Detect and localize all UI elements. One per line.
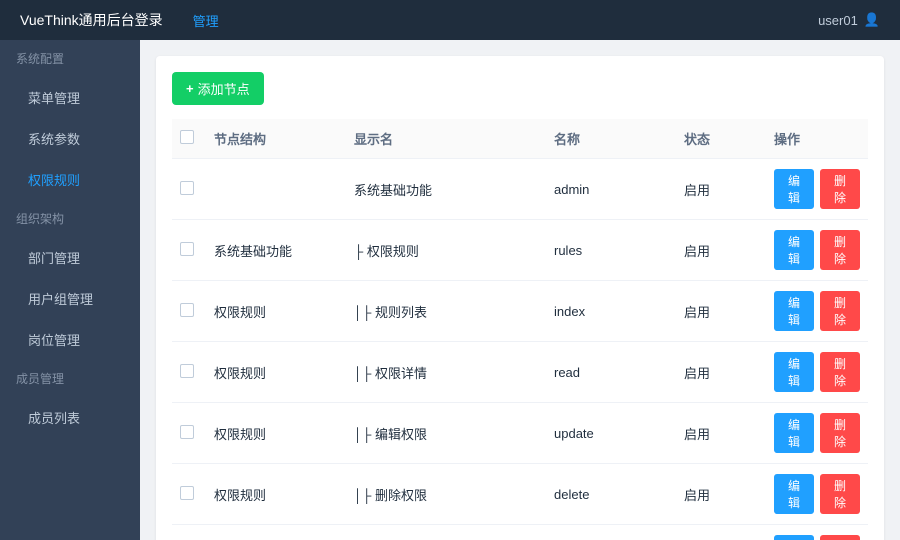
cell-status: 启用 bbox=[676, 281, 766, 342]
delete-button[interactable]: 删除 bbox=[820, 291, 860, 331]
delete-button[interactable]: 删除 bbox=[820, 474, 860, 514]
table-row: 权限规则│├ 规则列表index启用编辑删除 bbox=[172, 281, 868, 342]
user-menu[interactable]: user01 👤 bbox=[818, 12, 880, 28]
edit-button[interactable]: 编辑 bbox=[774, 474, 814, 514]
table-row: 权限规则│├ 删除权限delete启用编辑删除 bbox=[172, 464, 868, 525]
delete-button[interactable]: 删除 bbox=[820, 169, 860, 209]
cell-struct: 权限规则 bbox=[206, 464, 346, 525]
cell-name: save bbox=[546, 525, 676, 540]
row-checkbox[interactable] bbox=[180, 303, 194, 317]
topnav-admin[interactable]: 管理 bbox=[193, 11, 219, 30]
card: + 添加节点 节点结构 显示名 名称 状态 操作 系统基础功能admin启用编辑… bbox=[156, 56, 884, 540]
th-name: 名称 bbox=[546, 119, 676, 159]
cell-status: 启用 bbox=[676, 159, 766, 220]
cell-status: 启用 bbox=[676, 464, 766, 525]
cell-struct bbox=[206, 159, 346, 220]
edit-button[interactable]: 编辑 bbox=[774, 413, 814, 453]
cell-name: delete bbox=[546, 464, 676, 525]
cell-status: 启用 bbox=[676, 342, 766, 403]
username: user01 bbox=[818, 13, 858, 28]
add-node-label: 添加节点 bbox=[198, 79, 250, 98]
cell-struct: 权限规则 bbox=[206, 525, 346, 540]
cell-name: index bbox=[546, 281, 676, 342]
add-node-button[interactable]: + 添加节点 bbox=[172, 72, 264, 105]
edit-button[interactable]: 编辑 bbox=[774, 535, 814, 540]
th-op: 操作 bbox=[766, 119, 868, 159]
cell-struct: 权限规则 bbox=[206, 403, 346, 464]
cell-display: │├ 添加权限 bbox=[346, 525, 546, 540]
table-row: 权限规则│├ 添加权限save启用编辑 删除 bbox=[172, 525, 868, 540]
table-row: 权限规则│├ 编辑权限update启用编辑删除 bbox=[172, 403, 868, 464]
cell-name: update bbox=[546, 403, 676, 464]
cell-struct: 权限规则 bbox=[206, 281, 346, 342]
sidebar-group: 组织架构 bbox=[0, 200, 140, 237]
cell-struct: 权限规则 bbox=[206, 342, 346, 403]
delete-button[interactable]: 删除 bbox=[820, 230, 860, 270]
plus-icon: + bbox=[186, 81, 194, 96]
sidebar-item[interactable]: 系统参数 bbox=[0, 118, 140, 159]
table-row: 权限规则│├ 权限详情read启用编辑删除 bbox=[172, 342, 868, 403]
user-icon: 👤 bbox=[864, 12, 880, 28]
delete-button[interactable]: 删除 bbox=[820, 352, 860, 392]
cell-display: │├ 规则列表 bbox=[346, 281, 546, 342]
row-checkbox[interactable] bbox=[180, 364, 194, 378]
row-checkbox[interactable] bbox=[180, 242, 194, 256]
row-checkbox[interactable] bbox=[180, 486, 194, 500]
sidebar-group: 成员管理 bbox=[0, 360, 140, 397]
cell-display: 系统基础功能 bbox=[346, 159, 546, 220]
cell-name: read bbox=[546, 342, 676, 403]
delete-button[interactable]: 删除 bbox=[820, 413, 860, 453]
cell-display: │├ 权限详情 bbox=[346, 342, 546, 403]
cell-status: 启用 bbox=[676, 525, 766, 540]
main-content: + 添加节点 节点结构 显示名 名称 状态 操作 系统基础功能admin启用编辑… bbox=[140, 40, 900, 540]
select-all-checkbox[interactable] bbox=[180, 130, 194, 144]
table-row: 系统基础功能admin启用编辑删除 bbox=[172, 159, 868, 220]
cell-name: rules bbox=[546, 220, 676, 281]
cell-status: 启用 bbox=[676, 403, 766, 464]
edit-button[interactable]: 编辑 bbox=[774, 169, 814, 209]
th-struct: 节点结构 bbox=[206, 119, 346, 159]
th-status: 状态 bbox=[676, 119, 766, 159]
sidebar-item[interactable]: 部门管理 bbox=[0, 237, 140, 278]
sidebar-item[interactable]: 岗位管理 bbox=[0, 319, 140, 360]
table-row: 系统基础功能├ 权限规则rules启用编辑删除 bbox=[172, 220, 868, 281]
sidebar-item[interactable]: 用户组管理 bbox=[0, 278, 140, 319]
sidebar: 系统配置菜单管理系统参数权限规则组织架构部门管理用户组管理岗位管理成员管理成员列… bbox=[0, 40, 140, 540]
row-checkbox[interactable] bbox=[180, 181, 194, 195]
rules-table: 节点结构 显示名 名称 状态 操作 系统基础功能admin启用编辑删除系统基础功… bbox=[172, 119, 868, 540]
edit-button[interactable]: 编辑 bbox=[774, 230, 814, 270]
sidebar-group: 系统配置 bbox=[0, 40, 140, 77]
delete-button[interactable]: 删除 bbox=[820, 535, 860, 540]
brand-title: VueThink通用后台登录 bbox=[20, 10, 163, 30]
sidebar-item[interactable]: 权限规则 bbox=[0, 159, 140, 200]
cell-name: admin bbox=[546, 159, 676, 220]
cell-display: │├ 编辑权限 bbox=[346, 403, 546, 464]
topbar: VueThink通用后台登录 管理 user01 👤 bbox=[0, 0, 900, 40]
row-checkbox[interactable] bbox=[180, 425, 194, 439]
cell-display: ├ 权限规则 bbox=[346, 220, 546, 281]
cell-status: 启用 bbox=[676, 220, 766, 281]
edit-button[interactable]: 编辑 bbox=[774, 291, 814, 331]
edit-button[interactable]: 编辑 bbox=[774, 352, 814, 392]
sidebar-item[interactable]: 菜单管理 bbox=[0, 77, 140, 118]
th-display: 显示名 bbox=[346, 119, 546, 159]
sidebar-item[interactable]: 成员列表 bbox=[0, 397, 140, 438]
cell-display: │├ 删除权限 bbox=[346, 464, 546, 525]
cell-struct: 系统基础功能 bbox=[206, 220, 346, 281]
